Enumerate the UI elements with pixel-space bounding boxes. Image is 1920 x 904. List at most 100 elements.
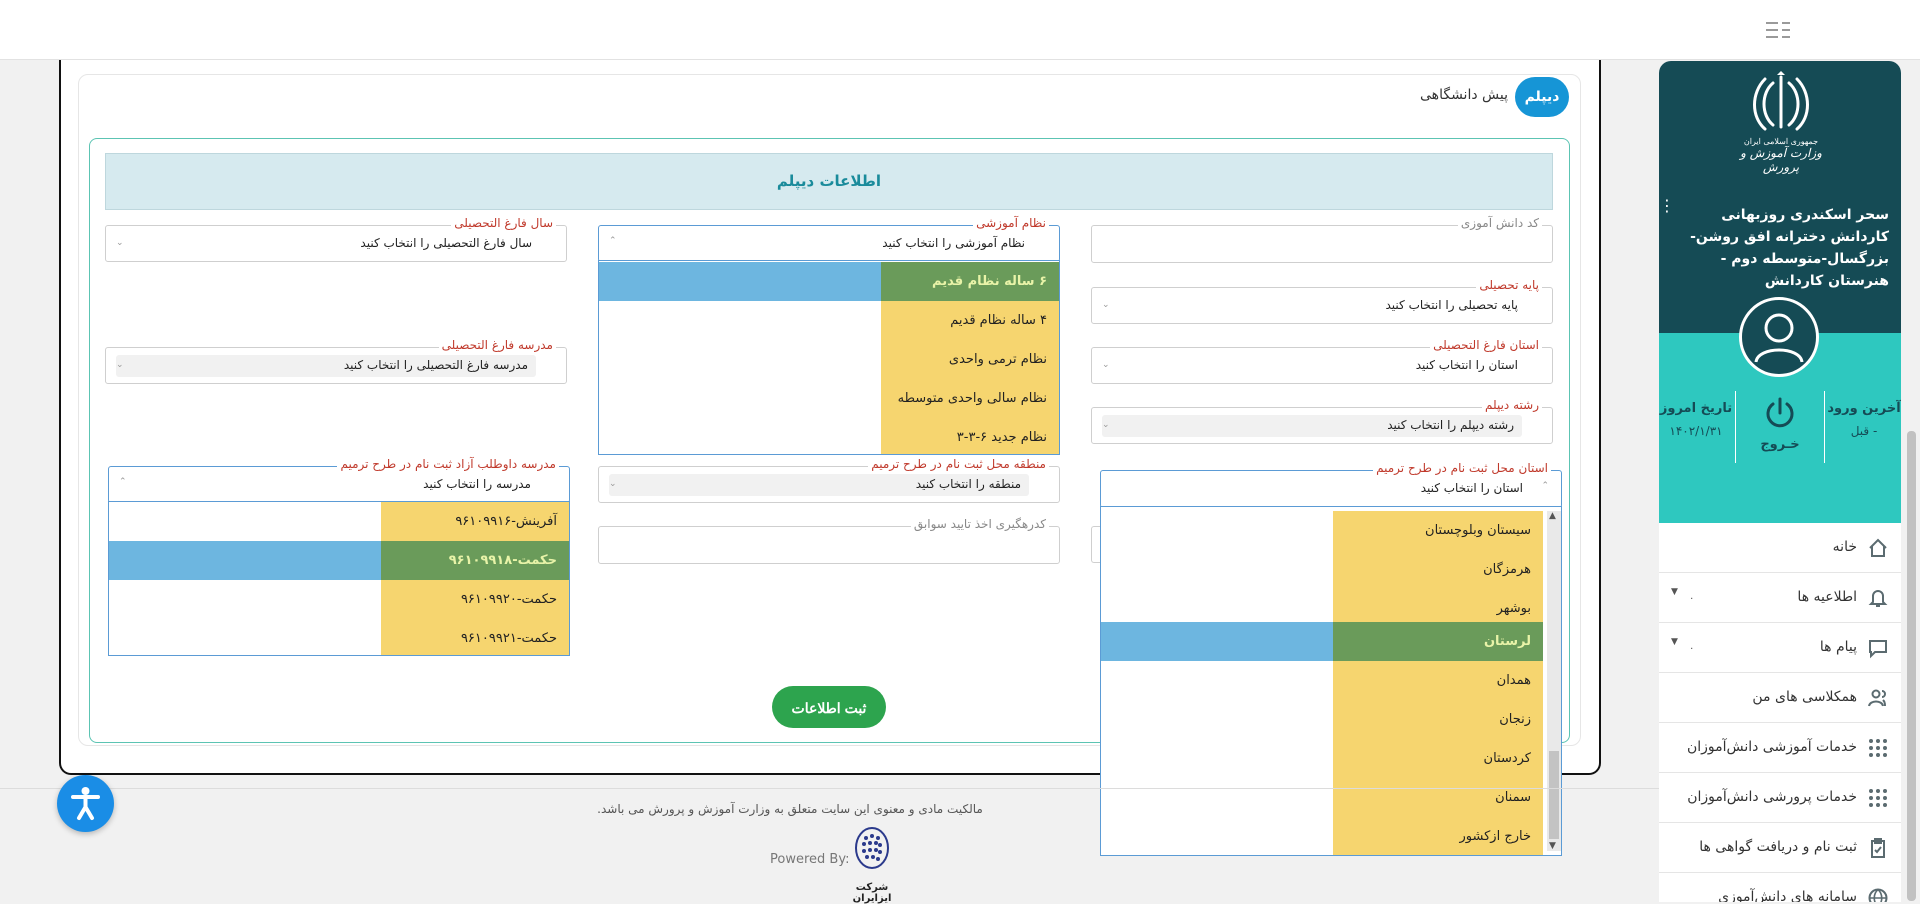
grade-base-select[interactable]: پایه تحصیلی پایه تحصیلی را انتخاب کنید ⌄ — [1091, 278, 1553, 324]
reg-province-select[interactable]: استان محل ثبت نام در طرح ترمیم استان را … — [1100, 461, 1562, 508]
province-option[interactable]: هرمزگان — [1333, 550, 1543, 589]
grid-icon — [1869, 789, 1887, 807]
divider — [1735, 391, 1736, 463]
scroll-up-arrow-icon[interactable]: ▲ — [1549, 511, 1556, 521]
education-system-label: نظام آموزشی — [973, 216, 1049, 230]
school-option[interactable]: حکمت-۹۶۱۰۹۹۲۱ — [381, 619, 569, 655]
school-option[interactable]: حکمت-۹۶۱۰۹۹۲۰ — [381, 580, 569, 619]
sidebar-item-label: پیام ها — [1819, 639, 1857, 655]
sidebar-item-label: اطلاعیه ها — [1797, 589, 1857, 605]
graduation-year-value: سال فارغ التحصیلی را انتخاب کنید — [360, 236, 532, 250]
notification-count: ۰ — [1689, 593, 1695, 604]
province-option[interactable]: خارج ازکشور — [1333, 817, 1543, 855]
accessibility-button[interactable] — [57, 775, 114, 832]
last-login-label: آخرین ورود — [1827, 401, 1901, 416]
province-option[interactable]: لرستان — [1333, 622, 1543, 661]
sidebar-item-label: خانه — [1832, 539, 1857, 555]
reg-province-dropdown: ▲ ▼ سیستان وبلوچستان هرمزگان بوشهر لرستا… — [1100, 506, 1562, 856]
submit-button[interactable]: ثبت اطلاعات — [772, 686, 886, 728]
tracking-code-field[interactable]: کدرهگیری اخذ تایید سوابق — [598, 517, 1060, 564]
globe-icon — [1868, 888, 1888, 902]
kebab-menu-icon[interactable]: ⋮ — [1659, 198, 1675, 214]
education-system-value: نظام آموزشی را انتخاب کنید — [882, 236, 1025, 250]
last-login: آخرین ورود - قبل — [1827, 391, 1901, 438]
chevron-down-icon: ⌄ — [609, 479, 617, 489]
reg-region-select[interactable]: منطقه محل ثبت نام در طرح ترمیم منطقه را … — [598, 457, 1060, 503]
sidebar-item-registration-certificates[interactable]: ثبت نام و دریافت گواهی ها — [1659, 823, 1901, 873]
free-school-value: مدرسه را انتخاب کنید — [423, 477, 531, 491]
sidebar-item-cultivation-services[interactable]: خدمات پرورشی دانش‌آموزان — [1659, 773, 1901, 823]
powered-by-text: Powered By: — [770, 852, 850, 867]
sidebar-item-student-systems[interactable]: سامانه های دانش‌آموزی — [1659, 873, 1901, 902]
sidebar-item-educational-services[interactable]: خدمات آموزشی دانش‌آموزان — [1659, 723, 1901, 773]
chevron-up-icon: ⌃ — [609, 236, 617, 246]
province-option[interactable]: سمنان — [1333, 778, 1543, 817]
sidebar-item-label: خدمات آموزشی دانش‌آموزان — [1686, 739, 1857, 755]
chevron-down-icon: ⌄ — [1102, 360, 1110, 370]
education-option[interactable]: نظام ترمی واحدی — [881, 340, 1059, 379]
hamburger-menu-icon[interactable] — [1766, 22, 1790, 38]
sidebar-item-messages[interactable]: پیام ها ۰ ▼ — [1659, 623, 1901, 673]
free-school-select[interactable]: مدرسه داوطلب آزاد ثبت نام در طرح ترمیم م… — [108, 457, 570, 503]
dropdown-scroll-thumb[interactable] — [1549, 751, 1559, 839]
province-option[interactable]: سیستان وبلوچستان — [1333, 511, 1543, 550]
graduation-province-value: استان را انتخاب کنید — [1415, 358, 1518, 372]
grid-icon — [1869, 739, 1887, 757]
student-code-label: کد دانش آموزی — [1457, 216, 1542, 230]
copyright-text: مالکیت مادی و معنوی این سایت متعلق به وز… — [597, 802, 983, 816]
graduation-province-label: استان فارغ التحصیلی — [1430, 338, 1542, 352]
school-option[interactable]: حکمت-۹۶۱۰۹۹۱۸ — [381, 541, 569, 580]
reg-province-label: استان محل ثبت نام در طرح ترمیم — [1373, 461, 1551, 475]
graduation-province-select[interactable]: استان فارغ التحصیلی استان را انتخاب کنید… — [1091, 338, 1553, 384]
graduation-school-value: مدرسه فارغ التحصیلی را انتخاب کنید — [343, 358, 528, 372]
graduation-school-select[interactable]: مدرسه فارغ التحصیلی مدرسه فارغ التحصیلی … — [105, 338, 567, 384]
company-logo-icon — [855, 827, 889, 869]
diploma-field-label: رشته دیپلم — [1482, 398, 1542, 412]
avatar[interactable] — [1739, 297, 1819, 377]
sidebar-item-label: سامانه های دانش‌آموزی — [1718, 889, 1857, 902]
logout-button[interactable]: خـروج — [1749, 395, 1811, 452]
sidebar-item-label: ثبت نام و دریافت گواهی ها — [1699, 839, 1857, 855]
education-option[interactable]: نظام جدید ۶-۳-۳ — [881, 418, 1059, 454]
chevron-up-icon: ⌃ — [1541, 481, 1549, 491]
free-school-dropdown: آفرینش-۹۶۱۰۹۹۱۶ حکمت-۹۶۱۰۹۹۱۸ حکمت-۹۶۱۰۹… — [108, 501, 570, 656]
caret-down-icon: ▼ — [1671, 637, 1678, 647]
chevron-down-icon: ⌄ — [1102, 300, 1110, 310]
clipboard-icon — [1871, 838, 1885, 858]
tab-diploma[interactable]: دیپلم — [1515, 77, 1569, 117]
school-option[interactable]: آفرینش-۹۶۱۰۹۹۱۶ — [381, 502, 569, 541]
iran-emblem-icon — [1753, 71, 1809, 131]
province-option[interactable]: زنجان — [1333, 700, 1543, 739]
province-option[interactable]: همدان — [1333, 661, 1543, 700]
footer-divider — [0, 788, 1659, 789]
graduation-year-select[interactable]: سال فارغ التحصیلی سال فارغ التحصیلی را ا… — [105, 216, 567, 262]
accessibility-icon — [71, 787, 100, 820]
diploma-field-select[interactable]: رشته دیپلم رشته دیپلم را انتخاب کنید ⌄ — [1091, 398, 1553, 444]
reg-region-label: منطقه محل ثبت نام در طرح ترمیم — [868, 457, 1049, 471]
reg-province-value: استان را انتخاب کنید — [1420, 481, 1523, 495]
section-title: اطلاعات دیپلم — [105, 153, 1553, 210]
last-login-value: - قبل — [1850, 424, 1878, 438]
education-option[interactable]: نظام سالی واحدی متوسطه — [881, 379, 1059, 418]
page-scroll-thumb[interactable] — [1907, 431, 1916, 901]
student-code-field[interactable]: کد دانش آموزی — [1091, 216, 1553, 263]
home-icon — [1869, 538, 1887, 557]
education-option[interactable]: ۶ ساله نظام قدیم — [881, 262, 1059, 301]
grade-base-label: پایه تحصیلی — [1476, 278, 1542, 292]
page-scrollbar[interactable] — [1903, 61, 1920, 902]
sidebar-item-announcements[interactable]: اطلاعیه ها ۰ ▼ — [1659, 573, 1901, 623]
sidebar-item-home[interactable]: خانه — [1659, 523, 1901, 573]
tab-pre-university[interactable]: پیش دانشگاهی — [1408, 87, 1508, 103]
emblem-line-2: وزارت آموزش و پرورش — [1740, 146, 1822, 174]
top-bar — [0, 0, 1920, 60]
ministry-emblem: جمهوری اسلامی ایران وزارت آموزش و پرورش — [1733, 71, 1829, 181]
education-option[interactable]: ۴ ساله نظام قدیم — [881, 301, 1059, 340]
education-system-select[interactable]: نظام آموزشی نظام آموزشی را انتخاب کنید ⌃ — [598, 216, 1060, 262]
sidebar-item-label: خدمات پرورشی دانش‌آموزان — [1687, 789, 1857, 805]
today-date: تاریخ امروز ۱۴۰۲/۱/۳۱ — [1659, 391, 1733, 438]
sidebar-item-classmates[interactable]: همکلاسی های من — [1659, 673, 1901, 723]
bell-icon — [1868, 590, 1888, 607]
province-option[interactable]: کردستان — [1333, 739, 1543, 778]
scroll-down-arrow-icon[interactable]: ▼ — [1549, 841, 1556, 851]
user-name: سحر اسکندری روزبهانی کاردانش دخترانه افق… — [1690, 207, 1889, 289]
